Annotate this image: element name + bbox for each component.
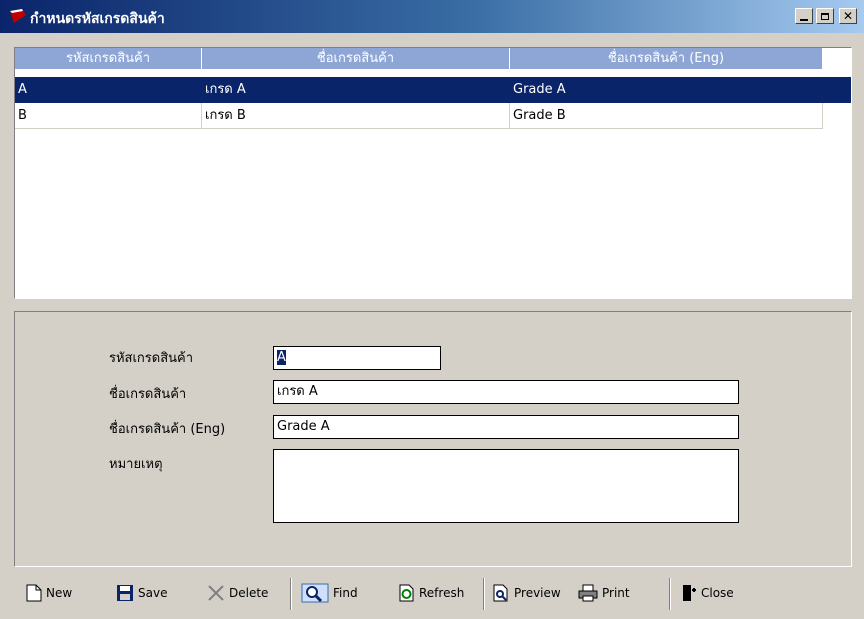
preview-label: Preview — [514, 586, 561, 600]
delete-label: Delete — [229, 586, 269, 600]
name-eng-field[interactable]: Grade A — [273, 415, 739, 439]
cell-name-eng: Grade B — [510, 103, 823, 129]
minimize-icon — [800, 18, 808, 21]
preview-button[interactable]: Preview — [492, 580, 561, 606]
app-icon — [10, 9, 26, 23]
delete-x-icon — [208, 585, 224, 601]
close-label: Close — [701, 586, 734, 600]
code-value: A — [277, 350, 286, 365]
exit-door-icon — [683, 585, 696, 601]
find-magnifier-icon — [301, 583, 329, 603]
new-button[interactable]: New — [26, 580, 72, 606]
save-button[interactable]: Save — [116, 580, 167, 606]
name-label: ชื่อเกรดสินค้า — [109, 387, 187, 402]
remark-label: หมายเหตุ — [109, 457, 163, 472]
new-label: New — [46, 586, 73, 600]
refresh-label: Refresh — [419, 586, 465, 600]
cell-name: เกรด A — [202, 77, 510, 103]
column-header-code[interactable]: รหัสเกรดสินค้า — [15, 48, 202, 70]
title-bar: กำหนดรหัสเกรดสินค้า ✕ — [0, 0, 864, 33]
close-window-button[interactable]: ✕ — [839, 8, 857, 24]
grid-header: รหัสเกรดสินค้า ชื่อเกรดสินค้า ชื่อเกรดสิ… — [15, 48, 851, 70]
cell-filler — [823, 77, 851, 103]
name-eng-label: ชื่อเกรดสินค้า (Eng) — [109, 422, 226, 437]
new-document-icon — [26, 584, 42, 602]
column-header-name-eng[interactable]: ชื่อเกรดสินค้า (Eng) — [510, 48, 823, 70]
floppy-disk-icon — [117, 585, 133, 601]
minimize-button[interactable] — [795, 8, 813, 24]
close-button[interactable]: Close — [681, 580, 734, 606]
maximize-icon — [821, 12, 829, 20]
remark-field[interactable] — [273, 449, 739, 523]
delete-button[interactable]: Delete — [207, 580, 268, 606]
toolbar-separator — [290, 578, 292, 610]
cell-code: B — [15, 103, 202, 129]
print-button[interactable]: Print — [578, 580, 630, 606]
toolbar-separator — [483, 578, 485, 610]
maximize-button[interactable] — [816, 8, 834, 24]
name-field[interactable]: เกรด A — [273, 380, 739, 404]
code-label: รหัสเกรดสินค้า — [109, 351, 194, 366]
table-row[interactable]: A เกรด A Grade A — [15, 77, 851, 103]
preview-icon — [493, 584, 508, 602]
toolbar: New Save Delete Find Refresh Preview Pri… — [0, 572, 864, 616]
printer-icon — [578, 584, 598, 602]
refresh-button[interactable]: Refresh — [397, 580, 464, 606]
print-label: Print — [602, 586, 630, 600]
refresh-icon — [399, 584, 414, 602]
toolbar-separator — [669, 578, 671, 610]
code-field[interactable]: A — [273, 346, 441, 370]
table-row[interactable]: B เกรด B Grade B — [15, 103, 851, 129]
find-label: Find — [333, 586, 358, 600]
window-title: กำหนดรหัสเกรดสินค้า — [30, 11, 165, 27]
close-icon: ✕ — [842, 9, 854, 23]
detail-form: รหัสเกรดสินค้า A ชื่อเกรดสินค้า เกรด A ช… — [14, 311, 852, 567]
find-button[interactable]: Find — [301, 580, 358, 606]
cell-name-eng: Grade A — [510, 77, 823, 103]
save-label: Save — [138, 586, 168, 600]
column-header-name[interactable]: ชื่อเกรดสินค้า — [202, 48, 510, 70]
grade-grid[interactable]: รหัสเกรดสินค้า ชื่อเกรดสินค้า ชื่อเกรดสิ… — [14, 47, 852, 299]
cell-name: เกรด B — [202, 103, 510, 129]
cell-code: A — [15, 77, 202, 103]
